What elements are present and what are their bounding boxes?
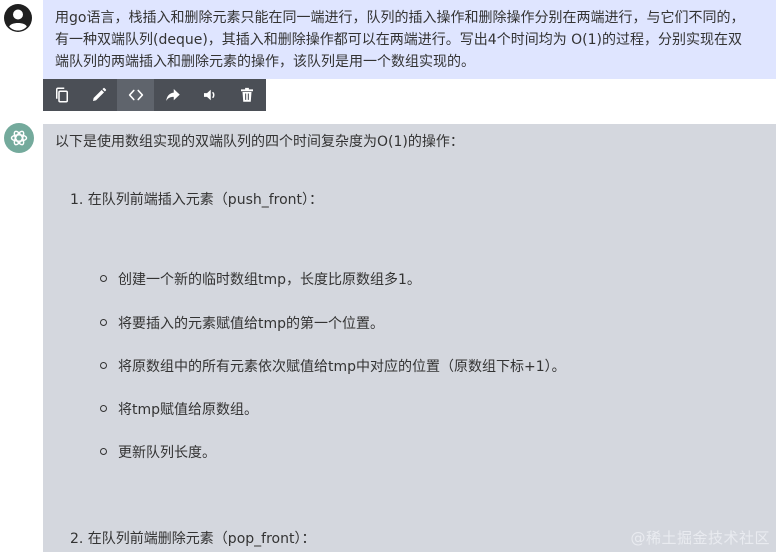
user-message-line: 用go语言，栈插入和删除元素只能在同一端进行，队列的插入操作和删除操作分别在两端… [55,10,745,26]
share-arrow-icon [165,89,180,101]
chat-page: 用go语言，栈插入和删除元素只能在同一端进行，队列的插入操作和删除操作分别在两端… [0,0,776,552]
list-item: 创建一个新的临时数组tmp，长度比原数组多1。 [118,272,421,288]
trash-icon [240,87,253,102]
list-bullet [100,319,107,326]
delete-button[interactable] [228,79,265,111]
code-icon [128,89,143,101]
code-button[interactable] [117,79,154,111]
share-button[interactable] [154,79,191,111]
message-toolbar [43,79,266,111]
list-item: 将原数组中的所有元素依次赋值给tmp中对应的位置（原数组下标+1）。 [118,359,566,375]
list-bullet [100,405,107,412]
user-message-line: 端队列的两端插入和删除元素的操作，该队列是用一个数组实现的。 [55,54,475,70]
edit-button[interactable] [80,79,117,111]
list-item: 将tmp赋值给原数组。 [118,402,259,418]
pencil-icon [92,87,106,101]
speaker-icon [203,89,214,101]
list-item: 更新队列长度。 [118,445,216,461]
list-item: 将要插入的元素赋值给tmp的第一个位置。 [118,316,385,332]
speak-button[interactable] [191,79,228,111]
openai-logo-icon [10,130,28,146]
assistant-intro: 以下是使用数组实现的双端队列的四个时间复杂度为O(1)的操作： [55,134,464,150]
assistant-message: 以下是使用数组实现的双端队列的四个时间复杂度为O(1)的操作： 1. 在队列前端… [43,124,776,552]
list-bullet [100,275,107,282]
copy-button[interactable] [43,79,80,111]
list-bullet [100,448,107,455]
user-message: 用go语言，栈插入和删除元素只能在同一端进行，队列的插入操作和删除操作分别在两端… [43,0,776,79]
user-message-line: 有一种双端队列(deque)，其插入和删除操作都可以在两端进行。写出4个时间均为… [55,32,743,48]
assistant-avatar [4,123,34,153]
user-avatar-icon [4,4,32,32]
section-heading: 2. 在队列前端删除元素（pop_front）： [70,531,316,547]
watermark: @稀土掘金技术社区 [630,529,770,547]
copy-icon [55,87,68,103]
list-bullet [100,362,107,369]
section-heading: 1. 在队列前端插入元素（push_front）： [70,192,324,208]
